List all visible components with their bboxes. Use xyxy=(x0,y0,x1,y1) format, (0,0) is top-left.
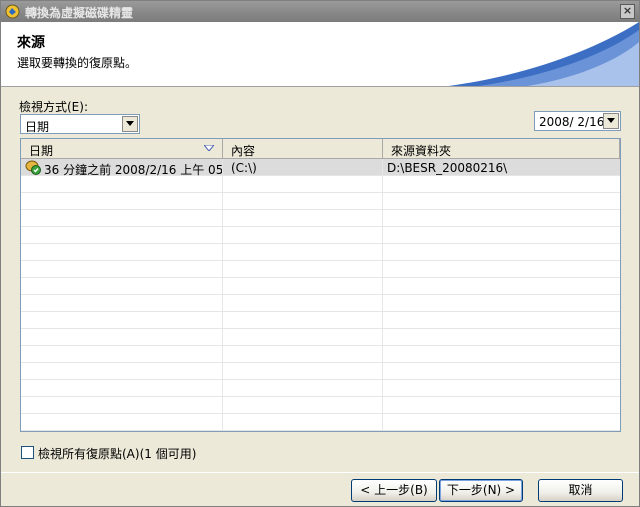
date-picker-dropdown-button[interactable] xyxy=(603,113,619,129)
next-button[interactable]: 下一步(N) > xyxy=(439,479,523,502)
view-by-label: 檢視方式(E): xyxy=(19,100,88,114)
title-bar: 轉換為虛擬磁碟精靈 × xyxy=(1,1,639,22)
view-by-value: 日期 xyxy=(25,120,50,134)
cell-content: (C:\) xyxy=(231,161,257,175)
close-icon: × xyxy=(622,4,633,17)
table-row xyxy=(21,312,620,329)
view-by-dropdown-button[interactable] xyxy=(122,116,138,132)
date-picker[interactable]: 2008/ 2/16 xyxy=(534,111,621,131)
column-divider xyxy=(222,159,223,431)
column-header-content[interactable]: 內容 xyxy=(223,139,383,159)
close-button[interactable]: × xyxy=(620,4,635,19)
column-header-folder[interactable]: 來源資料夾 xyxy=(383,139,620,159)
table-row xyxy=(21,261,620,278)
wizard-window: 轉換為虛擬磁碟精靈 × 來源 選取要轉換的復原點。 檢視方式(E): 日期 20… xyxy=(0,0,640,507)
list-header: 日期 內容 來源資料夾 xyxy=(21,139,620,159)
table-row xyxy=(21,295,620,312)
recovery-points-list[interactable]: 日期 內容 來源資料夾 36 分鐘之前 2008/2/16 上午 05... (… xyxy=(20,138,621,432)
table-row[interactable]: 36 分鐘之前 2008/2/16 上午 05... (C:\) D:\BESR… xyxy=(21,159,620,177)
view-by-select[interactable]: 日期 xyxy=(20,114,140,134)
page-subtitle: 選取要轉換的復原點。 xyxy=(17,56,138,70)
table-row xyxy=(21,278,620,295)
table-row xyxy=(21,227,620,244)
wizard-header: 來源 選取要轉換的復原點。 xyxy=(1,22,639,87)
recovery-point-icon xyxy=(25,160,41,175)
app-icon xyxy=(5,4,20,19)
table-row xyxy=(21,346,620,363)
column-divider xyxy=(382,159,383,431)
chevron-down-icon xyxy=(126,121,134,126)
table-row xyxy=(21,414,620,431)
page-title: 來源 xyxy=(17,35,45,51)
date-picker-value: 2008/ 2/16 xyxy=(539,115,605,129)
table-row xyxy=(21,380,620,397)
cell-folder: D:\BESR_20080216\ xyxy=(387,161,508,175)
chevron-down-icon xyxy=(607,118,615,123)
back-button[interactable]: < 上一步(B) xyxy=(351,479,437,502)
table-row xyxy=(21,193,620,210)
table-row xyxy=(21,176,620,193)
button-separator xyxy=(1,472,639,473)
window-title: 轉換為虛擬磁碟精靈 xyxy=(25,6,134,20)
table-row xyxy=(21,397,620,414)
show-all-recovery-points-label[interactable]: 檢視所有復原點(A)(1 個可用) xyxy=(38,445,196,462)
sort-descending-icon xyxy=(204,145,214,151)
show-all-recovery-points-checkbox[interactable] xyxy=(21,446,34,459)
cancel-button[interactable]: 取消 xyxy=(538,479,623,502)
table-row xyxy=(21,363,620,380)
table-row xyxy=(21,244,620,261)
column-header-date[interactable]: 日期 xyxy=(21,139,223,159)
table-row xyxy=(21,329,620,346)
table-row xyxy=(21,210,620,227)
